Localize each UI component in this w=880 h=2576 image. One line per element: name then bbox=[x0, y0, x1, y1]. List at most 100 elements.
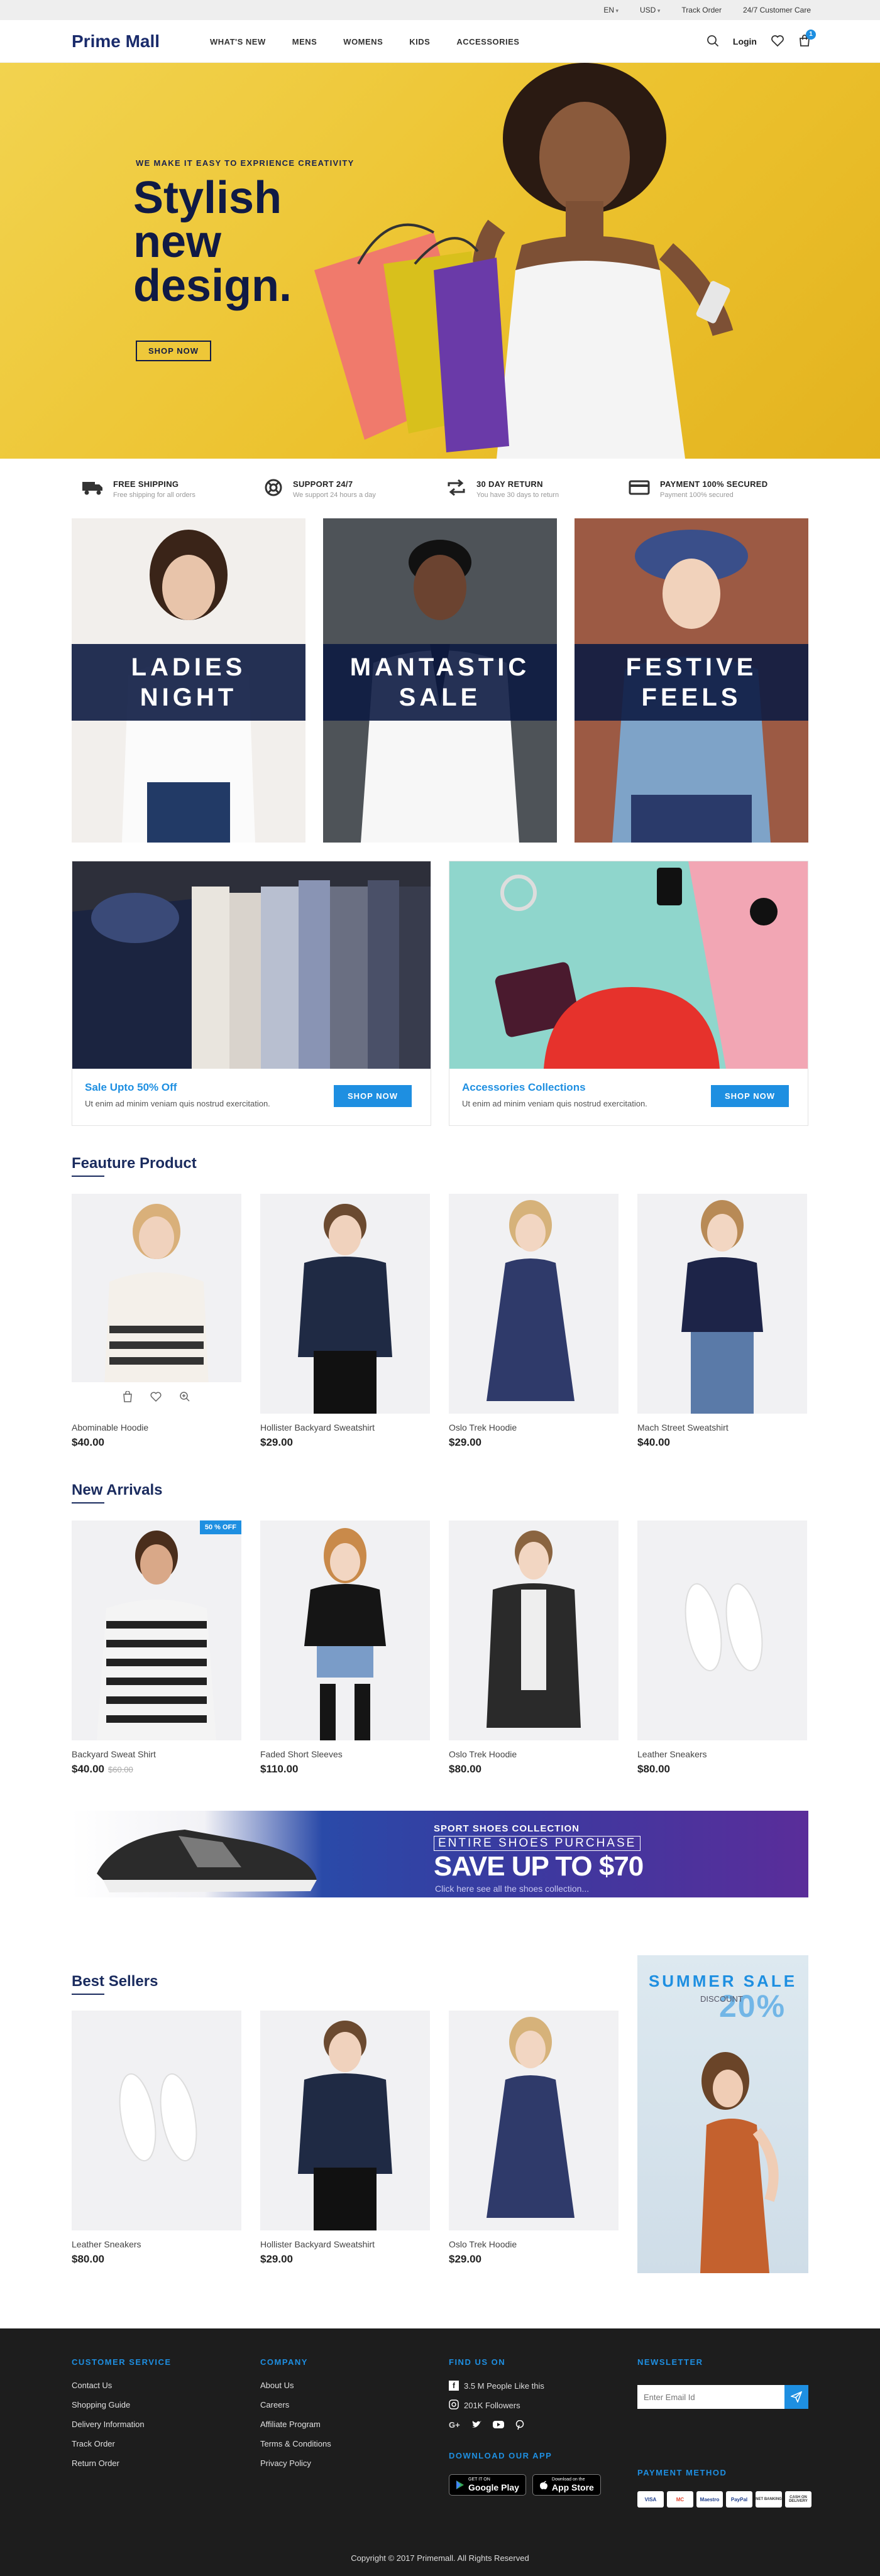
send-icon[interactable] bbox=[784, 2385, 808, 2409]
footer-newsletter: NEWSLETTER bbox=[637, 2357, 703, 2381]
zoom-icon[interactable] bbox=[179, 1391, 190, 1405]
login-link[interactable]: Login bbox=[733, 36, 757, 46]
footer-link[interactable]: Track Order bbox=[72, 2439, 172, 2448]
instagram-icon[interactable] bbox=[449, 2399, 459, 2411]
shoe-banner-headline: SAVE UP TO $70 bbox=[434, 1851, 644, 1882]
product-image[interactable] bbox=[449, 1194, 619, 1414]
product-name[interactable]: Oslo Trek Hoodie bbox=[449, 1422, 517, 1433]
product-name[interactable]: Abominable Hoodie bbox=[72, 1422, 148, 1433]
footer-link[interactable]: Privacy Policy bbox=[260, 2459, 331, 2468]
product-card[interactable]: Leather Sneakers $80.00 bbox=[72, 2011, 241, 2268]
product-image[interactable] bbox=[260, 2011, 430, 2230]
track-order-link[interactable]: Track Order bbox=[681, 6, 722, 14]
product-card[interactable]: Faded Short Sleeves $110.00 bbox=[260, 1520, 430, 1778]
product-name[interactable]: Leather Sneakers bbox=[637, 1749, 707, 1759]
footer-link[interactable]: Terms & Conditions bbox=[260, 2439, 331, 2448]
product-image[interactable] bbox=[72, 1194, 241, 1414]
product-image[interactable] bbox=[637, 1520, 807, 1740]
footer-column-title: DOWNLOAD OUR APP bbox=[449, 2451, 553, 2460]
credit-card-icon bbox=[629, 479, 650, 499]
shoe-banner-sub[interactable]: Click here see all the shoes collection.… bbox=[435, 1884, 589, 1894]
product-image[interactable] bbox=[72, 2011, 241, 2230]
footer-column-title: COMPANY bbox=[260, 2357, 308, 2367]
product-card[interactable]: Oslo Trek Hoodie $29.00 bbox=[449, 1194, 619, 1451]
main-header: Prime Mall WHAT'S NEW MENS WOMENS KIDS A… bbox=[0, 20, 880, 63]
nav-whats-new[interactable]: WHAT'S NEW bbox=[210, 37, 266, 46]
product-name[interactable]: Leather Sneakers bbox=[72, 2239, 141, 2249]
product-card[interactable]: Abominable Hoodie $40.00 bbox=[72, 1194, 241, 1451]
facebook-icon[interactable]: f bbox=[449, 2381, 459, 2391]
product-card[interactable]: Hollister Backyard Sweatshirt $29.00 bbox=[260, 2011, 430, 2268]
product-price: $29.00 bbox=[449, 2253, 481, 2265]
promo-card-festive-feels[interactable]: FESTIVE FEELS bbox=[575, 518, 808, 843]
product-card[interactable]: Hollister Backyard Sweatshirt $29.00 bbox=[260, 1194, 430, 1451]
product-card[interactable]: Mach Street Sweatshirt $40.00 bbox=[637, 1194, 807, 1451]
product-card[interactable]: Leather Sneakers $80.00 bbox=[637, 1520, 807, 1778]
new-arrivals-title: New Arrivals bbox=[72, 1482, 163, 1504]
footer-link[interactable]: About Us bbox=[260, 2381, 331, 2390]
product-name[interactable]: Mach Street Sweatshirt bbox=[637, 1422, 729, 1433]
product-image[interactable] bbox=[449, 1520, 619, 1740]
product-card[interactable]: Oslo Trek Hoodie $80.00 bbox=[449, 1520, 619, 1778]
footer-column-title: CUSTOMER SERVICE bbox=[72, 2357, 172, 2367]
footer-link[interactable]: Delivery Information bbox=[72, 2420, 172, 2429]
twitter-icon[interactable] bbox=[471, 2420, 481, 2432]
product-image[interactable] bbox=[260, 1194, 430, 1414]
product-image[interactable] bbox=[260, 1520, 430, 1740]
nav-kids[interactable]: KIDS bbox=[409, 37, 430, 46]
feature-title: FREE SHIPPING bbox=[113, 479, 179, 489]
footer-link[interactable]: Return Order bbox=[72, 2459, 172, 2468]
google-plus-icon[interactable]: G+ bbox=[449, 2420, 460, 2432]
nav-accessories[interactable]: ACCESSORIES bbox=[456, 37, 519, 46]
product-card[interactable]: 50 % OFF Backyard Sweat Shirt $40.00 $60.… bbox=[72, 1520, 241, 1778]
hero-shop-now-button[interactable]: SHOP NOW bbox=[136, 341, 211, 361]
visa-icon: VISA bbox=[637, 2491, 664, 2508]
footer-link[interactable]: Careers bbox=[260, 2400, 331, 2410]
customer-care-link[interactable]: 24/7 Customer Care bbox=[743, 6, 811, 14]
site-logo[interactable]: Prime Mall bbox=[72, 31, 160, 52]
google-play-button[interactable]: GET IT ON Google Play bbox=[449, 2474, 526, 2496]
currency-select[interactable]: USD bbox=[640, 6, 660, 14]
footer-link[interactable]: Contact Us bbox=[72, 2381, 172, 2390]
feature-title: SUPPORT 24/7 bbox=[293, 479, 353, 489]
best-sellers-title: Best Sellers bbox=[72, 1973, 158, 1995]
feature-subtitle: Payment 100% secured bbox=[660, 491, 734, 499]
cart-icon[interactable]: 1 bbox=[798, 29, 816, 49]
product-card[interactable]: Oslo Trek Hoodie $29.00 bbox=[449, 2011, 619, 2268]
product-image[interactable] bbox=[637, 1194, 807, 1414]
youtube-icon[interactable] bbox=[492, 2420, 504, 2432]
product-name[interactable]: Hollister Backyard Sweatshirt bbox=[260, 2239, 375, 2249]
product-name[interactable]: Oslo Trek Hoodie bbox=[449, 2239, 517, 2249]
wishlist-icon[interactable] bbox=[771, 35, 784, 49]
banner-shop-now-button[interactable]: SHOP NOW bbox=[711, 1085, 789, 1107]
main-nav: WHAT'S NEW MENS WOMENS KIDS ACCESSORIES bbox=[210, 20, 519, 63]
product-name[interactable]: Hollister Backyard Sweatshirt bbox=[260, 1422, 375, 1433]
search-icon[interactable] bbox=[707, 35, 719, 49]
product-name[interactable]: Faded Short Sleeves bbox=[260, 1749, 343, 1759]
site-footer: CUSTOMER SERVICE Contact Us Shopping Gui… bbox=[0, 2328, 880, 2576]
hero-title: Stylish new design. bbox=[133, 173, 292, 311]
nav-mens[interactable]: MENS bbox=[292, 37, 317, 46]
product-name[interactable]: Oslo Trek Hoodie bbox=[449, 1749, 517, 1759]
wishlist-icon[interactable] bbox=[150, 1392, 162, 1405]
feature-title: PAYMENT 100% SECURED bbox=[660, 479, 768, 489]
sport-shoes-banner[interactable]: SPORT SHOES COLLECTION ENTIRE SHOES PURC… bbox=[72, 1811, 808, 1897]
product-name[interactable]: Backyard Sweat Shirt bbox=[72, 1749, 156, 1759]
product-image[interactable] bbox=[449, 2011, 619, 2230]
newsletter-email-input[interactable] bbox=[637, 2385, 784, 2409]
bag-icon[interactable] bbox=[123, 1390, 133, 1405]
promo-card-mantastic-sale[interactable]: MANTASTIC SALE bbox=[323, 518, 557, 843]
banner-shop-now-button[interactable]: SHOP NOW bbox=[334, 1085, 412, 1107]
footer-link[interactable]: Affiliate Program bbox=[260, 2420, 331, 2429]
summer-sale-percent: 20% bbox=[719, 1989, 786, 2024]
app-store-button[interactable]: Download on the App Store bbox=[532, 2474, 601, 2496]
language-select[interactable]: EN bbox=[603, 6, 619, 14]
pinterest-icon[interactable] bbox=[515, 2420, 524, 2432]
summer-sale-banner[interactable]: SUMMER SALE 20% DISCOUNT bbox=[637, 1955, 808, 2273]
footer-link[interactable]: Shopping Guide bbox=[72, 2400, 172, 2410]
promo-card-ladies-night[interactable]: LADIES NIGHT bbox=[72, 518, 305, 843]
product-price: $40.00 bbox=[637, 1436, 670, 1448]
product-image[interactable]: 50 % OFF bbox=[72, 1520, 241, 1740]
nav-womens[interactable]: WOMENS bbox=[343, 37, 383, 46]
product-price: $80.00 bbox=[637, 1763, 670, 1775]
